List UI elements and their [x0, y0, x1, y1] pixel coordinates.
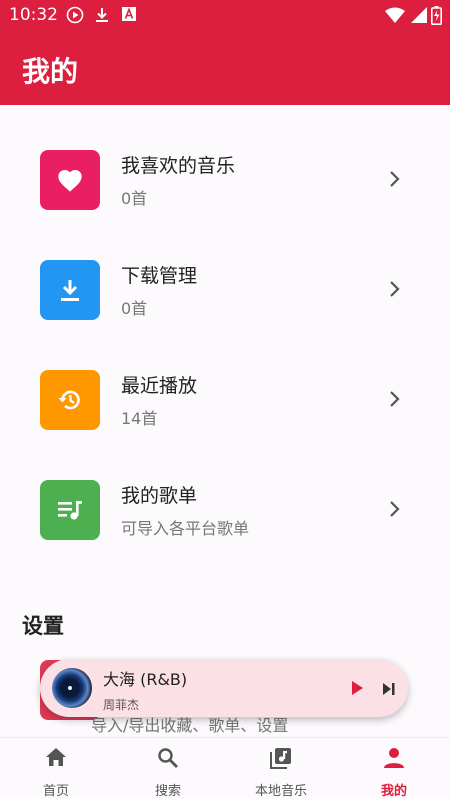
menu-item-sub: 0首 [121, 189, 148, 208]
skip-next-icon[interactable] [382, 681, 396, 700]
home-icon [45, 747, 67, 771]
local-music-icon [270, 747, 292, 773]
chevron-right-icon [388, 499, 402, 523]
notification-a-icon [121, 6, 137, 26]
page-title: 我的 [22, 55, 79, 88]
history-icon [40, 370, 100, 430]
chevron-right-icon [388, 279, 402, 303]
nav-label: 我的 [380, 784, 407, 799]
menu-item-favorites[interactable]: 我喜欢的音乐 0首 [0, 135, 450, 235]
song-artist: 周菲杰 [103, 698, 140, 712]
album-cover[interactable] [52, 668, 92, 708]
chevron-right-icon [388, 389, 402, 413]
nav-label: 搜索 [154, 784, 181, 799]
media-play-icon [66, 6, 84, 28]
status-bar: 10:32 [0, 0, 450, 30]
settings-section-title: 设置 [22, 614, 64, 638]
nav-label: 首页 [42, 784, 69, 799]
heart-icon [40, 150, 100, 210]
download-status-icon [93, 6, 111, 28]
menu-item-sub: 0首 [121, 299, 148, 318]
song-title: 大海 (R&B) [103, 670, 188, 689]
menu-item-sub: 可导入各平台歌单 [121, 519, 250, 538]
menu-item-label: 我的歌单 [121, 485, 198, 507]
nav-mine[interactable]: 我的 [338, 738, 450, 799]
status-time: 10:32 [9, 5, 58, 25]
bottom-nav: 首页 搜索 本地音乐 我的 [0, 737, 450, 799]
menu-item-label: 最近播放 [121, 375, 198, 397]
menu-item-recent[interactable]: 最近播放 14首 [0, 355, 450, 455]
play-icon[interactable] [350, 680, 364, 700]
nav-local-music[interactable]: 本地音乐 [225, 738, 337, 799]
mini-player[interactable]: 大海 (R&B) 周菲杰 [40, 659, 408, 717]
nav-home[interactable]: 首页 [0, 738, 112, 799]
search-icon [157, 747, 179, 773]
menu-item-label: 下载管理 [121, 265, 198, 287]
battery-icon [431, 6, 442, 29]
menu-item-playlists[interactable]: 我的歌单 可导入各平台歌单 [0, 465, 450, 565]
nav-search[interactable]: 搜索 [112, 738, 224, 799]
wifi-icon [385, 7, 405, 27]
playlist-icon [40, 480, 100, 540]
app-bar: 我的 [0, 30, 450, 105]
person-icon [383, 747, 405, 773]
nav-label: 本地音乐 [254, 784, 307, 799]
chevron-right-icon [388, 169, 402, 193]
menu-item-sub: 14首 [121, 409, 158, 428]
download-icon [40, 260, 100, 320]
menu-item-downloads[interactable]: 下载管理 0首 [0, 245, 450, 345]
menu-item-label: 我喜欢的音乐 [121, 155, 236, 177]
signal-icon [411, 7, 427, 27]
